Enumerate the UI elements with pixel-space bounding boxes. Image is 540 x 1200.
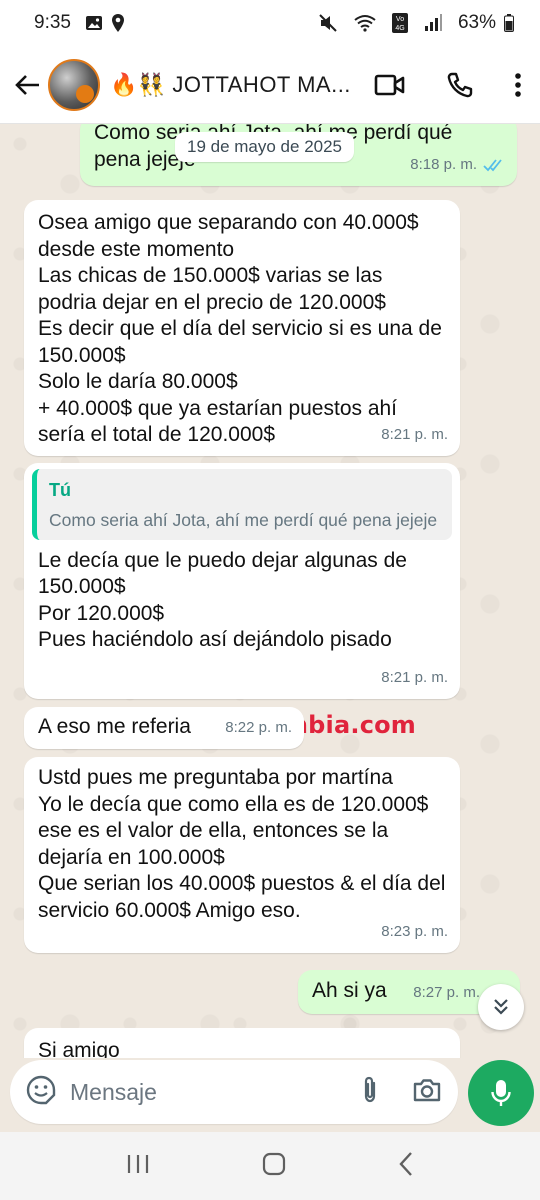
- svg-text:Vo: Vo: [396, 16, 404, 23]
- message-meta: 8:22 p. m.: [225, 715, 292, 742]
- location-icon: [111, 13, 125, 33]
- video-call-icon[interactable]: [374, 73, 406, 97]
- message-bubble-incoming[interactable]: A eso me referia 8:22 p. m.: [24, 707, 304, 749]
- message-meta: 8:18 p. m.: [410, 152, 505, 179]
- message-input[interactable]: [70, 1078, 310, 1106]
- message-time: 8:21 p. m.: [381, 668, 448, 686]
- more-options-icon[interactable]: [514, 72, 522, 98]
- message-time: 8:21 p. m.: [381, 425, 448, 443]
- mute-icon: [318, 13, 338, 33]
- scroll-to-bottom-button[interactable]: [478, 984, 524, 1030]
- voice-call-icon[interactable]: [446, 71, 474, 99]
- status-bar: 9:35 Vo 4G 63%: [0, 0, 540, 46]
- voice-message-button[interactable]: [468, 1060, 534, 1126]
- battery-icon: [504, 14, 514, 32]
- battery-percentage: 63%: [457, 12, 496, 33]
- volte-4g-icon: Vo 4G: [391, 13, 408, 33]
- camera-icon[interactable]: [412, 1077, 442, 1108]
- attach-icon[interactable]: [360, 1075, 380, 1110]
- message-text: Le decía que le puedo dejar algunas de 1…: [38, 548, 407, 652]
- message-bubble-incoming[interactable]: Ustd pues me preguntaba por martína Yo l…: [24, 757, 460, 953]
- date-separator: 19 de mayo de 2025: [175, 132, 355, 162]
- message-input-container[interactable]: [10, 1060, 458, 1124]
- back-nav-icon[interactable]: [398, 1151, 414, 1182]
- message-bubble-incoming-reply[interactable]: Tú Como seria ahí Jota, ahí me perdí qué…: [24, 463, 460, 699]
- composer: [0, 1058, 540, 1132]
- read-receipt-icon: [483, 159, 502, 172]
- wifi-icon: [354, 14, 376, 32]
- message-time: 8:18 p. m.: [410, 155, 477, 173]
- gallery-notification-icon: [85, 14, 103, 32]
- message-time: 8:22 p. m.: [225, 718, 292, 736]
- system-navigation-bar: [0, 1132, 540, 1200]
- contact-avatar[interactable]: [48, 58, 100, 111]
- message-bubble-incoming[interactable]: Si amigo: [24, 1028, 460, 1058]
- quote-text: Como seria ahí Jota, ahí me perdí qué pe…: [49, 509, 438, 530]
- back-arrow-icon[interactable]: [12, 65, 42, 105]
- message-text: Osea amigo que separando con 40.000$ des…: [38, 211, 442, 446]
- svg-text:4G: 4G: [395, 25, 404, 32]
- message-time: 8:23 p. m.: [381, 922, 448, 940]
- message-list[interactable]: Como seria ahí Jota, ahí me perdí qué pe…: [0, 124, 540, 1058]
- quote-author: Tú: [49, 480, 71, 500]
- emoji-sticker-icon[interactable]: [26, 1075, 56, 1110]
- message-text: Ustd pues me preguntaba por martína Yo l…: [38, 766, 446, 922]
- signal-icon: [424, 14, 442, 32]
- quoted-message[interactable]: Tú Como seria ahí Jota, ahí me perdí qué…: [32, 469, 452, 540]
- double-chevron-down-icon: [494, 999, 508, 1015]
- chat-title[interactable]: 🔥👯 JOTTAHOT MA...: [110, 72, 351, 98]
- home-icon[interactable]: [262, 1152, 286, 1181]
- microphone-icon: [491, 1080, 511, 1106]
- message-meta: 8:23 p. m.: [381, 919, 448, 946]
- message-meta: 8:21 p. m.: [381, 665, 448, 692]
- status-time: 9:35: [34, 12, 71, 33]
- message-time: 8:27 p. m.: [413, 983, 480, 1001]
- chat-header: 🔥👯 JOTTAHOT MA...: [0, 46, 540, 124]
- recent-apps-icon[interactable]: [126, 1153, 150, 1180]
- message-bubble-incoming[interactable]: Osea amigo que separando con 40.000$ des…: [24, 200, 460, 456]
- message-meta: 8:21 p. m.: [381, 422, 448, 449]
- message-text: Si amigo: [38, 1039, 120, 1058]
